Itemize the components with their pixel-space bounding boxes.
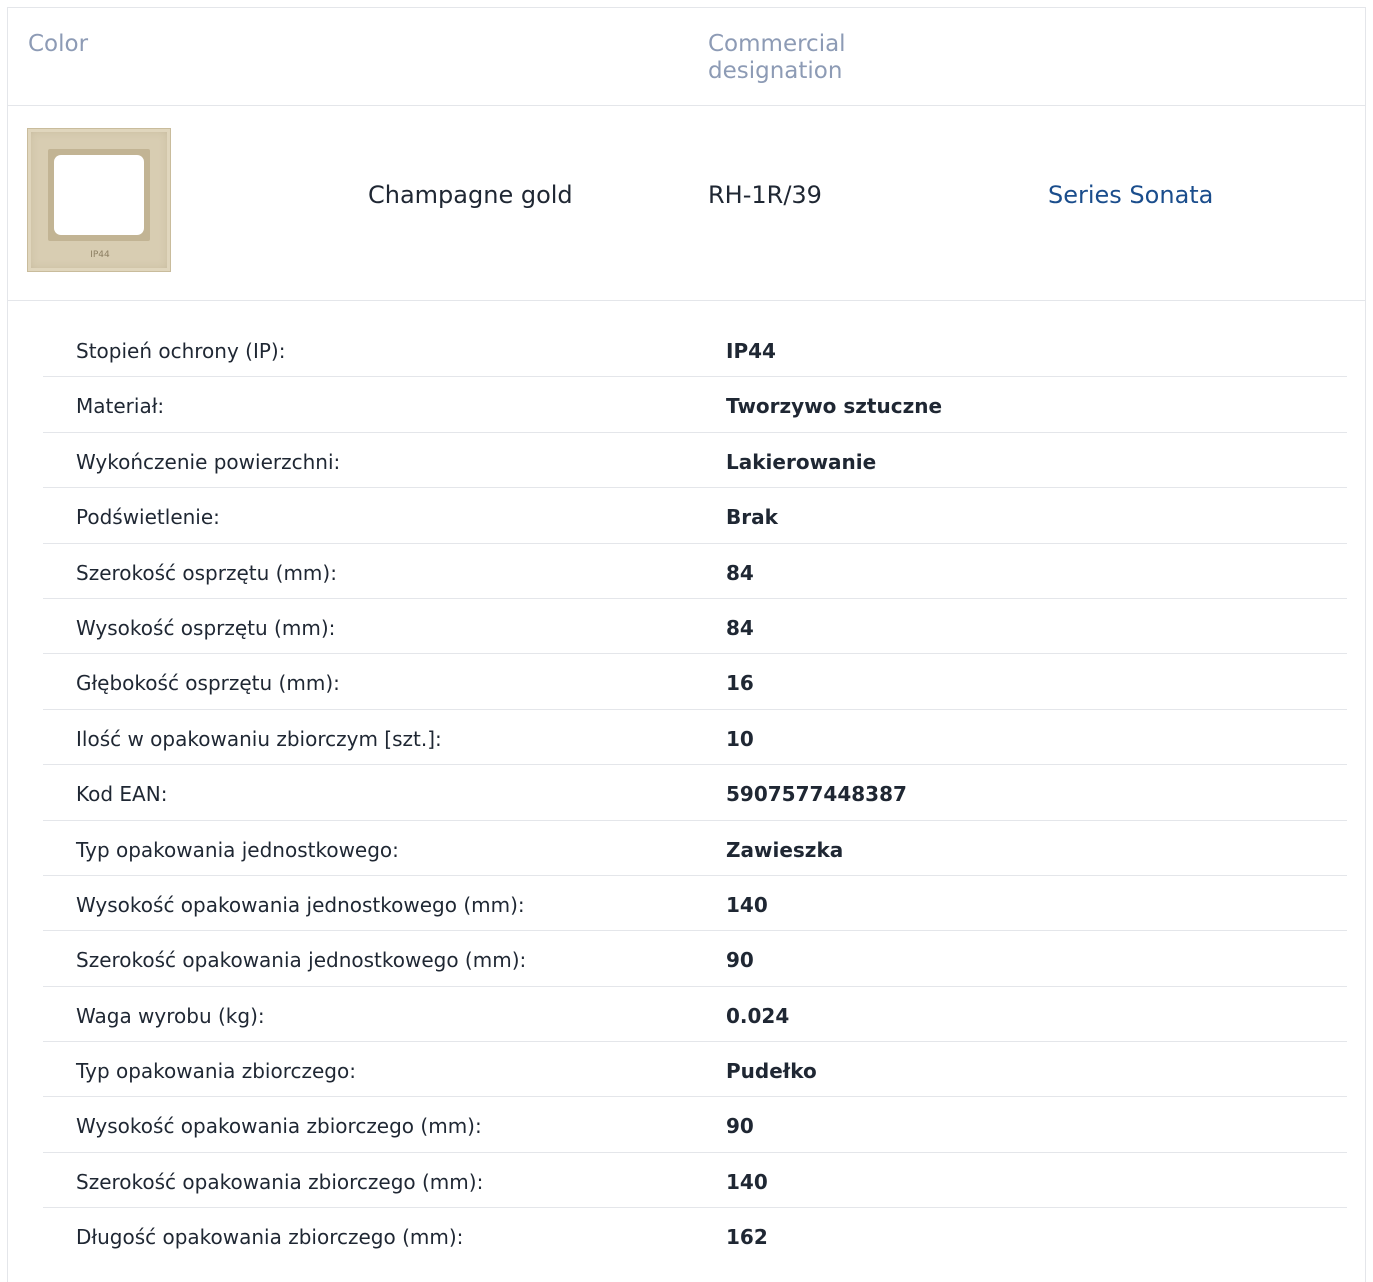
spec-value: 84	[726, 560, 754, 585]
spec-label: Szerokość opakowania jednostkowego (mm):	[76, 948, 527, 973]
spec-label: Wysokość opakowania zbiorczego (mm):	[76, 1114, 482, 1139]
spec-label: Stopień ochrony (IP):	[76, 339, 286, 363]
product-row: IP44 Champagne gold RH-1R/39 Series Sona…	[7, 106, 1366, 301]
spec-row: Szerokość osprzętu (mm): 84	[43, 544, 1347, 599]
spec-label: Wysokość osprzętu (mm):	[76, 615, 336, 640]
spec-row: Waga wyrobu (kg): 0.024	[43, 987, 1347, 1043]
spec-value: Pudełko	[726, 1059, 817, 1084]
spec-row: Podświetlenie: Brak	[43, 488, 1347, 544]
spec-label: Szerokość opakowania zbiorczego (mm):	[76, 1169, 484, 1194]
spec-value: 90	[726, 1114, 754, 1139]
color-name: Champagne gold	[368, 181, 573, 209]
spec-row: Długość opakowania zbiorczego (mm): 162	[43, 1208, 1347, 1263]
spec-label: Podświetlenie:	[76, 505, 220, 530]
spec-row: Wykończenie powierzchni: Lakierowanie	[43, 433, 1347, 489]
column-header-commercial-designation: Commercial designation	[708, 31, 846, 84]
spec-value: 90	[726, 948, 754, 973]
spec-value: 0.024	[726, 1003, 790, 1028]
frame-opening	[48, 149, 150, 241]
spec-value: Lakierowanie	[726, 449, 877, 474]
spec-row: Wysokość osprzętu (mm): 84	[43, 599, 1347, 655]
spec-row: Wysokość opakowania zbiorczego (mm): 90	[43, 1097, 1347, 1153]
spec-label: Głębokość osprzętu (mm):	[76, 671, 340, 696]
spec-row: Typ opakowania jednostkowego: Zawieszka	[43, 821, 1347, 876]
spec-row: Materiał: Tworzywo sztuczne	[43, 377, 1347, 433]
spec-value: 140	[726, 1169, 768, 1194]
table-header-row: Color Commercial designation	[7, 7, 1366, 106]
spec-value: 10	[726, 726, 754, 751]
spec-row: Stopień ochrony (IP): IP44	[43, 322, 1347, 378]
spec-value: Tworzywo sztuczne	[726, 394, 943, 419]
thumbnail-ip-label: IP44	[90, 250, 110, 260]
spec-value: 162	[726, 1225, 768, 1250]
spec-row: Ilość w opakowaniu zbiorczym [szt.]: 10	[43, 710, 1347, 766]
column-header-color: Color	[28, 31, 89, 57]
spec-row: Szerokość opakowania jednostkowego (mm):…	[43, 931, 1347, 987]
spec-label: Typ opakowania jednostkowego:	[76, 837, 399, 862]
spec-row: Głębokość osprzętu (mm): 16	[43, 654, 1347, 710]
spec-label: Typ opakowania zbiorczego:	[76, 1059, 356, 1084]
spec-row: Szerokość opakowania zbiorczego (mm): 140	[43, 1153, 1347, 1209]
spec-label: Ilość w opakowaniu zbiorczym [szt.]:	[76, 726, 442, 751]
spec-label: Wykończenie powierzchni:	[76, 449, 341, 474]
spec-value: Zawieszka	[726, 837, 844, 862]
spec-value: 140	[726, 892, 768, 917]
spec-label: Kod EAN:	[76, 782, 168, 807]
spec-label: Wysokość opakowania jednostkowego (mm):	[76, 892, 525, 917]
specifications-table: Stopień ochrony (IP): IP44 Materiał: Tworzy…	[43, 322, 1347, 1264]
spec-value: 16	[726, 671, 754, 696]
spec-label: Waga wyrobu (kg):	[76, 1003, 265, 1028]
spec-row: Wysokość opakowania jednostkowego (mm): 1…	[43, 876, 1347, 932]
commercial-code: RH-1R/39	[708, 181, 822, 209]
spec-label: Materiał:	[76, 394, 165, 419]
spec-label: Szerokość osprzętu (mm):	[76, 560, 337, 585]
spec-value: Brak	[726, 505, 778, 530]
series-link[interactable]: Series Sonata	[1048, 181, 1213, 209]
spec-value: 5907577448387	[726, 782, 907, 807]
product-details-page: Color Commercial designation IP44 Champa…	[0, 0, 1373, 1282]
product-thumbnail[interactable]: IP44	[27, 128, 171, 272]
spec-row: Kod EAN: 5907577448387	[43, 765, 1347, 821]
spec-value: IP44	[726, 339, 776, 363]
spec-row: Typ opakowania zbiorczego: Pudełko	[43, 1042, 1347, 1098]
spec-label: Długość opakowania zbiorczego (mm):	[76, 1225, 464, 1250]
spec-value: 84	[726, 615, 754, 640]
